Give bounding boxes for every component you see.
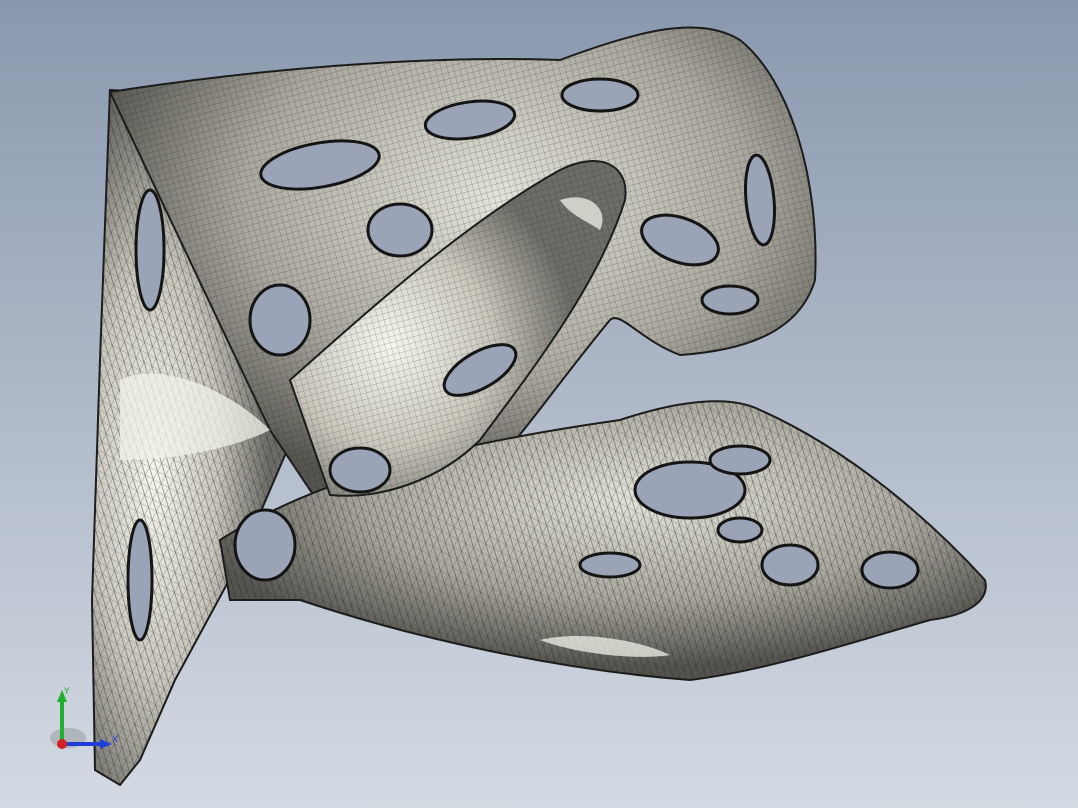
y-axis-label: Y — [63, 687, 70, 697]
coordinate-triad: Y X — [50, 687, 118, 749]
x-axis-label: X — [112, 735, 118, 745]
x-axis-arrowhead — [100, 739, 112, 749]
topology-bracket-model[interactable] — [0, 0, 1078, 808]
graphics-viewport[interactable]: Y X — [0, 0, 1078, 808]
z-axis-indicator — [57, 739, 67, 749]
